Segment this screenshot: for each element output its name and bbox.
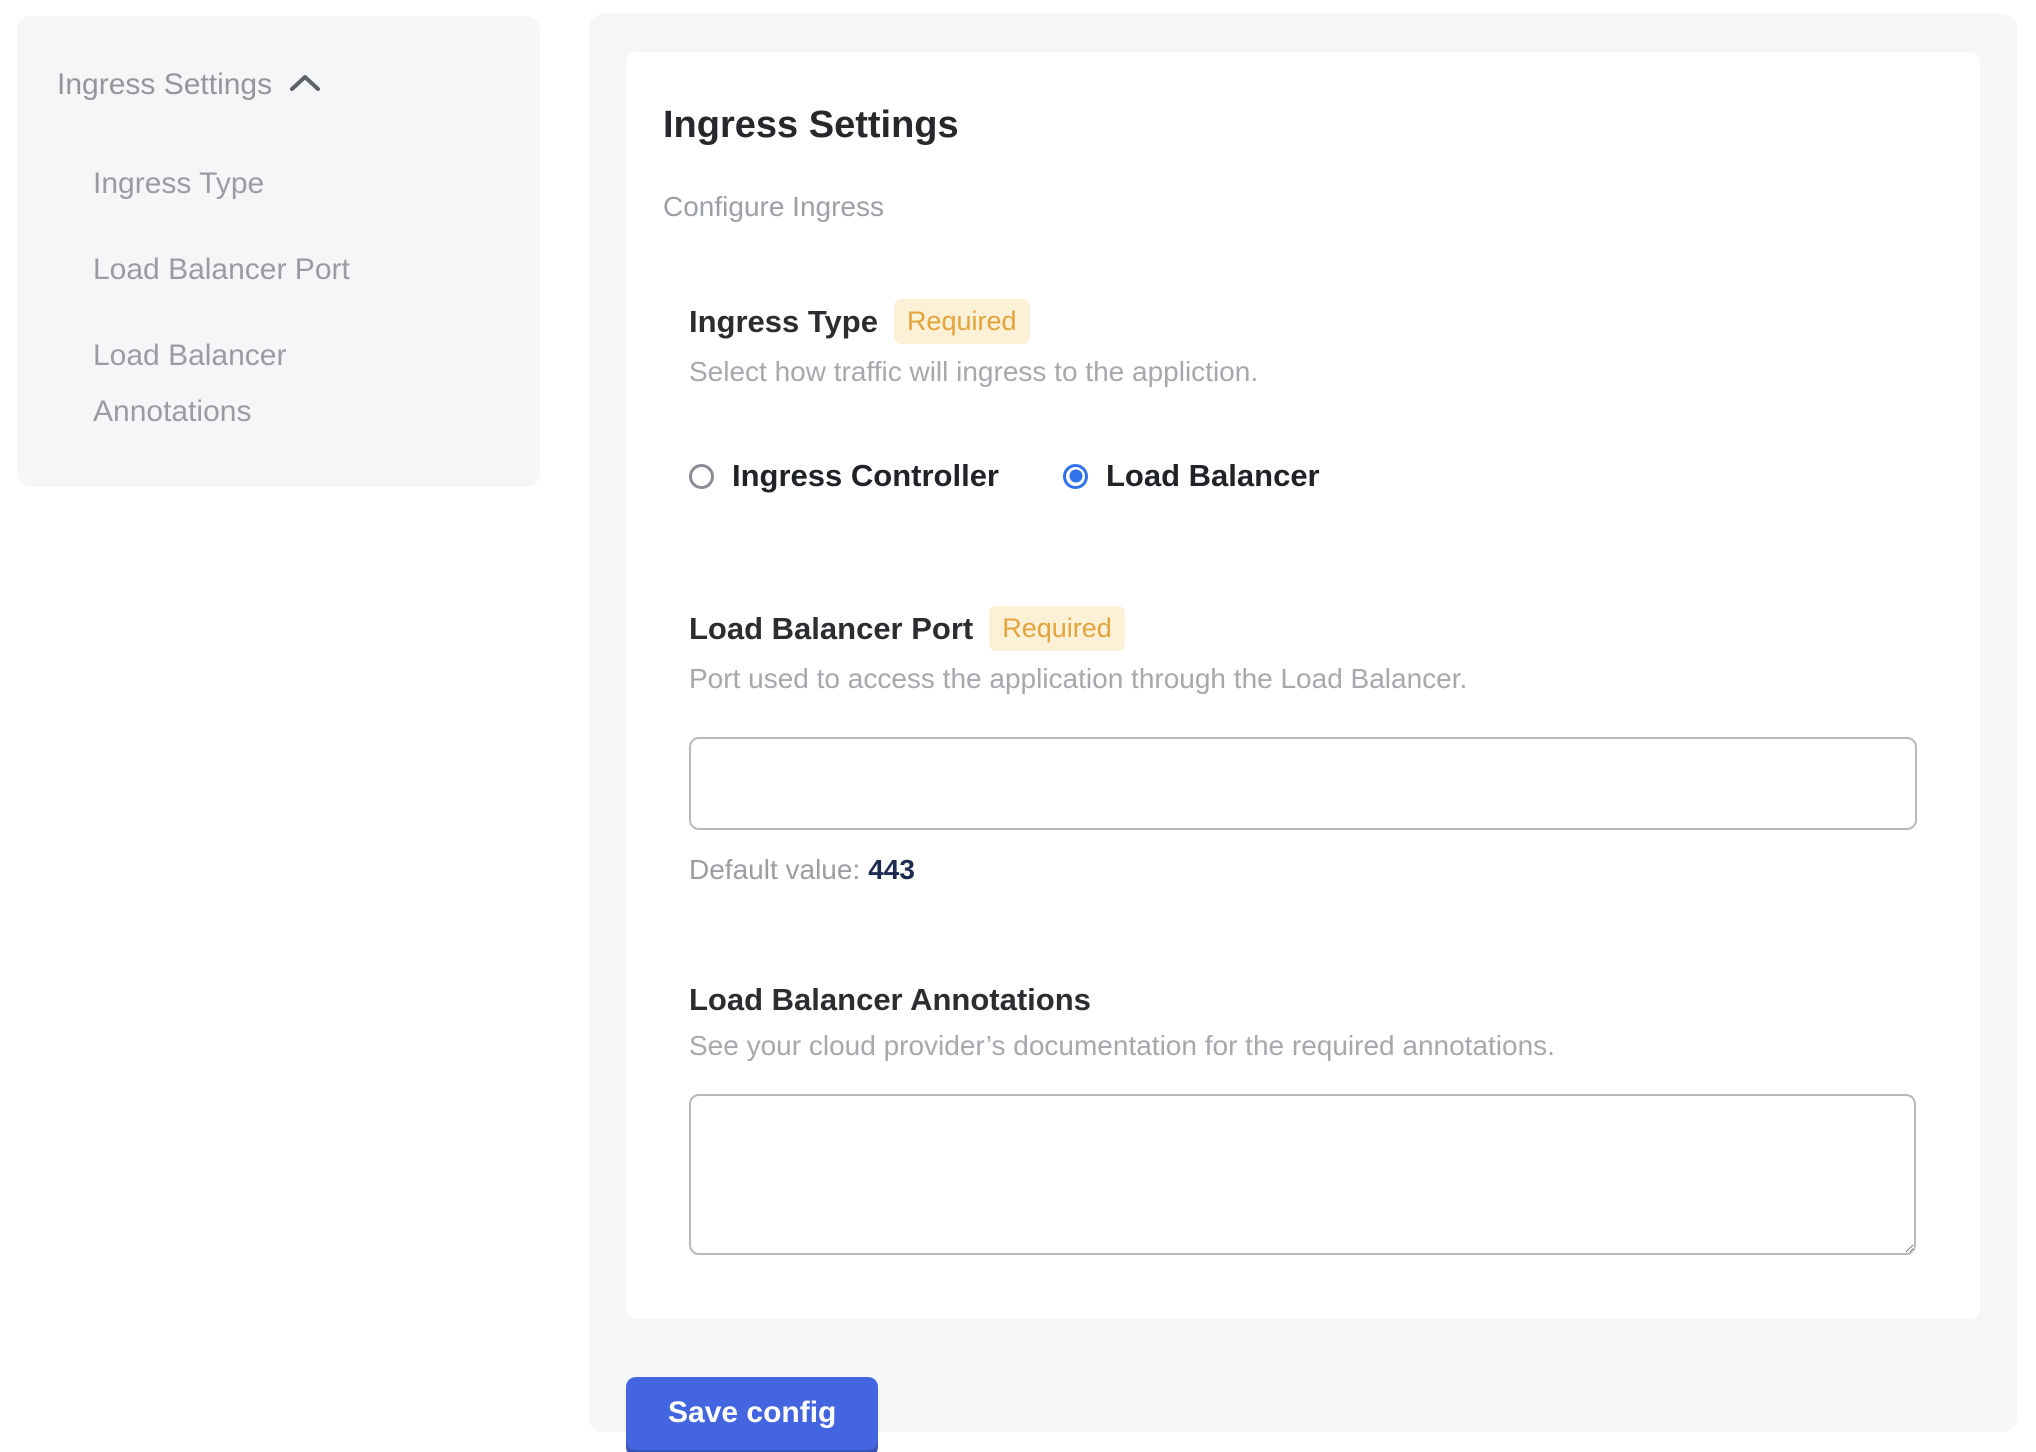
section-load-balancer-port: Load Balancer Port Required Port used to…: [689, 606, 1917, 886]
load-balancer-annotations-label: Load Balancer Annotations: [689, 982, 1091, 1018]
config-panel: Ingress Settings Configure Ingress Ingre…: [589, 14, 2017, 1432]
default-value: 443: [868, 854, 915, 885]
chevron-up-icon: [288, 68, 322, 102]
load-balancer-annotations-description: See your cloud provider’s documentation …: [689, 1030, 1917, 1062]
form-sections: Ingress Type Required Select how traffic…: [663, 299, 1917, 1255]
ingress-settings-card: Ingress Settings Configure Ingress Ingre…: [626, 52, 1980, 1319]
page-title: Ingress Settings: [663, 104, 1917, 147]
load-balancer-port-input[interactable]: [689, 737, 1917, 830]
settings-sidebar: Ingress Settings Ingress Type Load Balan…: [17, 16, 540, 487]
sidebar-item-ingress-type[interactable]: Ingress Type: [93, 156, 423, 212]
section-ingress-type: Ingress Type Required Select how traffic…: [689, 299, 1917, 494]
ingress-type-label: Ingress Type: [689, 304, 878, 340]
radio-icon[interactable]: [1063, 464, 1088, 489]
page-subtitle: Configure Ingress: [663, 191, 1917, 223]
sidebar-item-load-balancer-port[interactable]: Load Balancer Port: [93, 242, 423, 298]
ingress-type-label-row: Ingress Type Required: [689, 299, 1917, 344]
radio-label: Load Balancer: [1106, 458, 1320, 494]
sidebar-item-load-balancer-annotations[interactable]: Load Balancer Annotations: [93, 328, 423, 440]
ingress-type-options: Ingress Controller Load Balancer: [689, 458, 1917, 494]
sidebar-item-list: Ingress Type Load Balancer Port Load Bal…: [57, 156, 510, 440]
radio-label: Ingress Controller: [732, 458, 999, 494]
default-value-line: Default value: 443: [689, 854, 1917, 886]
sidebar-group-label: Ingress Settings: [57, 68, 272, 102]
ingress-type-description: Select how traffic will ingress to the a…: [689, 356, 1917, 388]
save-config-button[interactable]: Save config: [626, 1377, 878, 1450]
load-balancer-port-label-row: Load Balancer Port Required: [689, 606, 1917, 651]
load-balancer-port-description: Port used to access the application thro…: [689, 663, 1917, 695]
section-load-balancer-annotations: Load Balancer Annotations See your cloud…: [689, 982, 1917, 1255]
load-balancer-port-label: Load Balancer Port: [689, 611, 973, 647]
radio-icon[interactable]: [689, 464, 714, 489]
required-badge: Required: [989, 606, 1125, 651]
load-balancer-annotations-label-row: Load Balancer Annotations: [689, 982, 1917, 1018]
default-value-label: Default value:: [689, 854, 860, 885]
required-badge: Required: [894, 299, 1030, 344]
radio-option-ingress-controller[interactable]: Ingress Controller: [689, 458, 999, 494]
sidebar-group-ingress-settings[interactable]: Ingress Settings: [57, 68, 510, 102]
radio-option-load-balancer[interactable]: Load Balancer: [1063, 458, 1320, 494]
load-balancer-annotations-textarea[interactable]: [689, 1094, 1916, 1255]
